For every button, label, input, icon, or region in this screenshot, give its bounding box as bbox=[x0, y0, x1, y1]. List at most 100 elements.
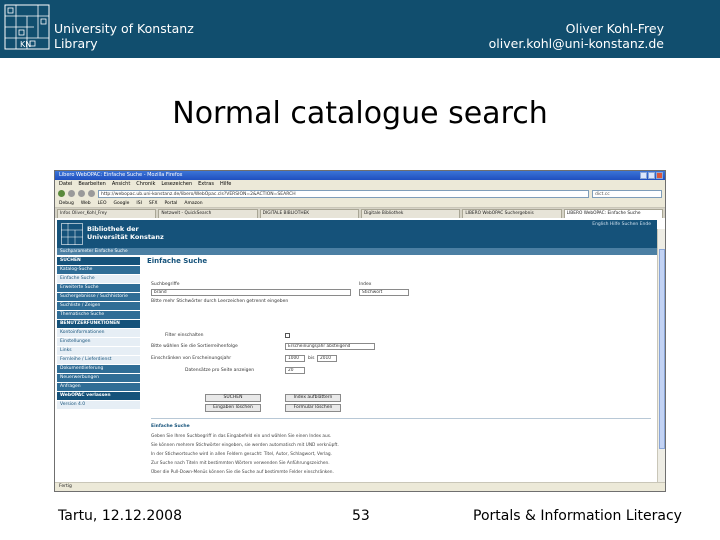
search-hint: Bitte mehr Stichwörter durch Leerzeichen… bbox=[151, 299, 289, 304]
header-band: KN University of Konstanz Library Oliver… bbox=[0, 0, 720, 58]
bookmark-item[interactable]: ISI bbox=[136, 199, 142, 207]
bookmark-item[interactable]: LEO bbox=[98, 199, 107, 207]
breadcrumb: Suchparameter Einfache Suche bbox=[57, 248, 657, 255]
browser-menubar: Datei Bearbeiten Ansicht Chronik Lesezei… bbox=[55, 180, 665, 188]
search-button[interactable]: SUCHEN bbox=[205, 394, 261, 402]
menu-item[interactable]: Datei bbox=[59, 180, 72, 188]
author-name: Oliver Kohl-Frey bbox=[565, 21, 664, 36]
sidebar-item[interactable]: Kontoinformationen bbox=[57, 329, 140, 337]
menu-item[interactable]: Chronik bbox=[136, 180, 155, 188]
forward-icon[interactable] bbox=[68, 190, 75, 197]
clear-input-button[interactable]: Eingaben löschen bbox=[205, 404, 261, 412]
sidebar-item[interactable]: Thematische Suche bbox=[57, 311, 140, 319]
organisation-name: University of Konstanz Library bbox=[54, 21, 194, 51]
bookmark-item[interactable]: Portal bbox=[164, 199, 177, 207]
menu-item[interactable]: Extras bbox=[198, 180, 214, 188]
search-terms-input[interactable]: brand bbox=[151, 289, 351, 296]
help-line: Über die Pull-Down-Menüs können Sie die … bbox=[151, 470, 334, 475]
page-scrollbar[interactable] bbox=[657, 229, 665, 484]
browser-tab[interactable]: Digitale Bibliothek bbox=[360, 209, 461, 218]
maximize-icon[interactable] bbox=[648, 172, 655, 179]
close-icon[interactable] bbox=[656, 172, 663, 179]
menu-item[interactable]: Lesezeichen bbox=[161, 180, 192, 188]
help-line: Zur Suche nach Titeln mit bestimmten Wör… bbox=[151, 461, 330, 466]
browser-search-input[interactable]: dict.cc bbox=[592, 189, 662, 198]
browser-tab[interactable]: DIGITALE BIBLIOTHEK bbox=[259, 209, 359, 218]
slide-title: Normal catalogue search bbox=[172, 96, 548, 131]
sort-select[interactable]: Erscheinungsjahr absteigend bbox=[285, 343, 375, 350]
bookmark-item[interactable]: Google bbox=[114, 199, 130, 207]
help-line: In der Stichwortsuche wird in allen Feld… bbox=[151, 452, 332, 457]
minimize-icon[interactable] bbox=[640, 172, 647, 179]
reload-icon[interactable] bbox=[78, 190, 85, 197]
help-line: Sie können mehrere Stichwörter eingeben,… bbox=[151, 443, 339, 448]
clear-form-button[interactable]: Formular löschen bbox=[285, 404, 341, 412]
sidebar-item[interactable]: Erweiterte Suche bbox=[57, 284, 140, 292]
year-from-input[interactable]: 1000 bbox=[285, 355, 305, 362]
menu-item[interactable]: Ansicht bbox=[112, 180, 130, 188]
browser-tab[interactable]: Netzwelt - QuickSearch bbox=[158, 209, 258, 218]
library-logo-icon bbox=[61, 223, 83, 245]
sidebar-item[interactable]: Katalog-Suche bbox=[57, 266, 140, 274]
sidebar-heading-user: BENUTZERFUNKTIONEN bbox=[57, 320, 140, 328]
university-logo-icon: KN bbox=[4, 4, 50, 50]
window-title: Libero WebOPAC: Einfache Suche - Mozilla… bbox=[59, 172, 183, 178]
back-icon[interactable] bbox=[58, 190, 65, 197]
bookmark-item[interactable]: SFX bbox=[149, 199, 158, 207]
sidebar-version: Version 4.0 bbox=[57, 401, 140, 409]
footer-place-date: Tartu, 12.12.2008 bbox=[58, 508, 182, 524]
scrollbar-thumb[interactable] bbox=[659, 249, 665, 449]
results-per-page-select[interactable]: 20 bbox=[285, 367, 305, 374]
sidebar-item[interactable]: Suchliste / Zeigen bbox=[57, 302, 140, 310]
help-title: Einfache Suche bbox=[151, 424, 190, 429]
menu-item[interactable]: Bearbeiten bbox=[78, 180, 105, 188]
menu-item[interactable]: Hilfe bbox=[220, 180, 231, 188]
library-top-links[interactable]: English Hilfe Suchen Ende bbox=[592, 222, 651, 227]
sidebar-item-exit[interactable]: WebOPAC verlassen bbox=[57, 392, 140, 400]
year-label: Einschränken von Erscheinungsjahr bbox=[151, 356, 232, 361]
sidebar-item[interactable]: Fernleihe / Lieferdienst bbox=[57, 356, 140, 364]
search-form: Einfache Suche bbox=[147, 257, 655, 273]
organisation-line-1: University of Konstanz bbox=[54, 21, 194, 36]
sidebar-item[interactable]: Dokumentlieferung bbox=[57, 365, 140, 373]
footer-page-number: 53 bbox=[352, 508, 370, 524]
sidebar-heading-search: SUCHEN bbox=[57, 257, 140, 265]
library-name: Bibliothek der Universität Konstanz bbox=[87, 225, 164, 241]
sidebar-item-active[interactable]: Einfache Suche bbox=[57, 275, 140, 283]
address-bar[interactable]: http://webopac.ub.uni-konstanz.de/libero… bbox=[98, 189, 589, 198]
filter-checkbox[interactable] bbox=[285, 333, 290, 338]
divider bbox=[151, 418, 651, 419]
window-controls bbox=[640, 172, 663, 179]
browser-tabs: Infos Oliver_Kohl_Frey Netzwelt - QuickS… bbox=[55, 208, 665, 218]
bookmarks-bar: Debug Web LEO Google ISI SFX Portal Amaz… bbox=[55, 199, 665, 208]
sidebar-item[interactable]: Einstellungen bbox=[57, 338, 140, 346]
author-info: Oliver Kohl-Frey oliver.kohl@uni-konstan… bbox=[489, 21, 664, 51]
library-header: Bibliothek der Universität Konstanz Engl… bbox=[57, 220, 657, 248]
results-per-page-label: Datensätze pro Seite anzeigen bbox=[185, 368, 255, 373]
browser-screenshot: Libero WebOPAC: Einfache Suche - Mozilla… bbox=[54, 170, 666, 492]
home-icon[interactable] bbox=[88, 190, 95, 197]
bookmark-item[interactable]: Debug bbox=[59, 199, 74, 207]
sidebar-item[interactable]: Anfragen bbox=[57, 383, 140, 391]
filter-label: Filter einschalten bbox=[165, 333, 204, 338]
sort-label: Bitte wählen Sie die Sortierreihenfolge bbox=[151, 344, 238, 349]
browser-tab[interactable]: Infos Oliver_Kohl_Frey bbox=[57, 209, 157, 218]
browser-tab[interactable]: LIBERO WebOPAC Suchergebnis bbox=[462, 209, 562, 218]
year-bis-label: bis bbox=[308, 356, 315, 361]
index-browse-button[interactable]: Index aufblättern bbox=[285, 394, 341, 402]
sidebar-item[interactable]: Neuerwerbungen bbox=[57, 374, 140, 382]
browser-titlebar: Libero WebOPAC: Einfache Suche - Mozilla… bbox=[55, 171, 665, 180]
bookmark-item[interactable]: Web bbox=[81, 199, 91, 207]
opac-sidebar: SUCHEN Katalog-Suche Einfache Suche Erwe… bbox=[57, 257, 140, 410]
footer-topic: Portals & Information Literacy bbox=[473, 508, 682, 524]
sidebar-item[interactable]: Links bbox=[57, 347, 140, 355]
index-label: Index bbox=[359, 282, 372, 287]
sidebar-item[interactable]: Suchergebnisse / Suchhistorie bbox=[57, 293, 140, 301]
browser-navbar: http://webopac.ub.uni-konstanz.de/libero… bbox=[55, 188, 665, 199]
browser-tab-active[interactable]: LIBERO WebOPAC: Einfache Suche bbox=[563, 209, 663, 218]
index-select[interactable]: Stichwort bbox=[359, 289, 409, 296]
bookmark-item[interactable]: Amazon bbox=[184, 199, 202, 207]
year-to-input[interactable]: 2010 bbox=[317, 355, 337, 362]
form-title: Einfache Suche bbox=[147, 257, 208, 265]
organisation-line-2: Library bbox=[54, 35, 98, 51]
